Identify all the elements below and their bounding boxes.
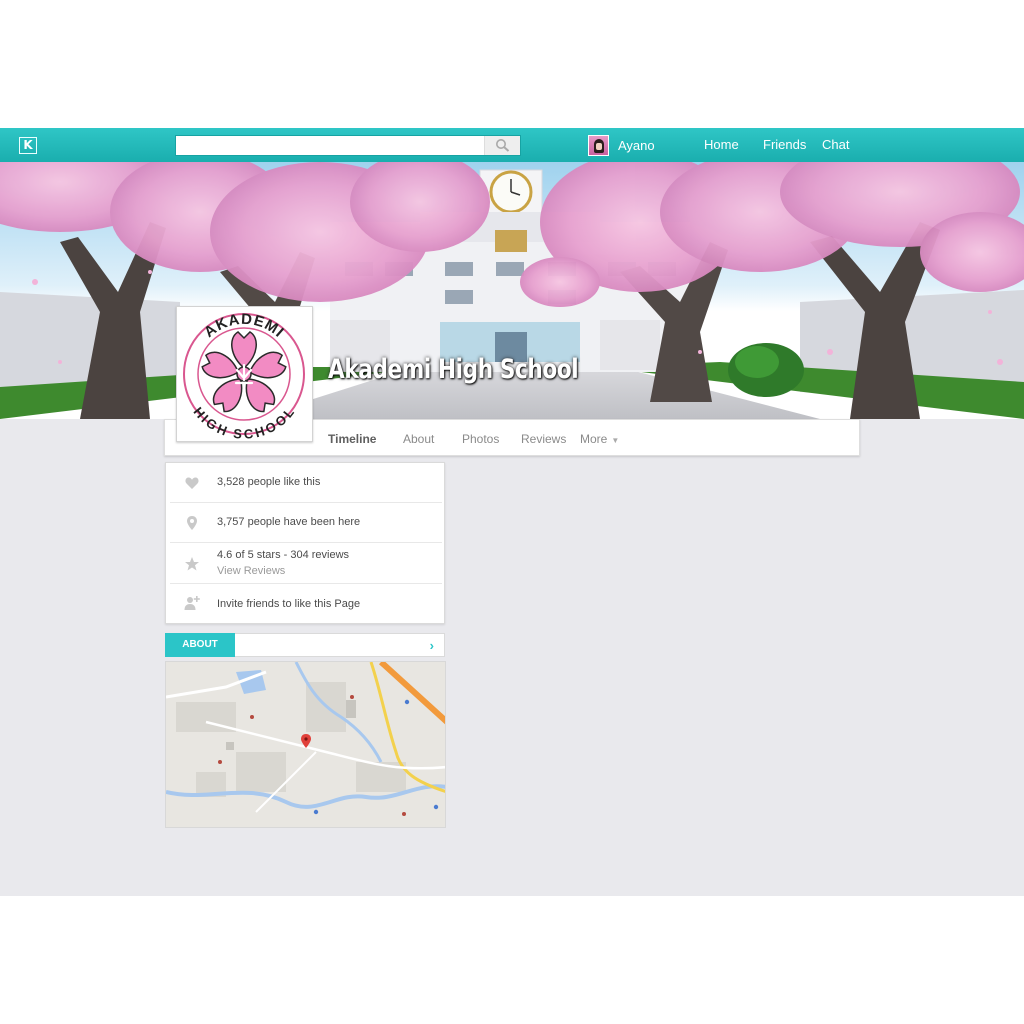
caret-down-icon: ▼ bbox=[611, 436, 620, 445]
likes-row[interactable]: 3,528 people like this bbox=[170, 463, 442, 503]
search-box bbox=[175, 135, 521, 156]
profile-picture[interactable]: AKADEMI HIGH SCHOOL bbox=[176, 306, 313, 442]
visits-count-text: 3,757 people have been here bbox=[217, 516, 361, 528]
heart-icon bbox=[185, 477, 199, 489]
tab-timeline[interactable]: Timeline bbox=[328, 432, 376, 446]
app-window: K Ayano Home Friends Chat Akademi High S… bbox=[0, 128, 1024, 896]
about-label: ABOUT bbox=[165, 633, 235, 657]
cover-photo[interactable]: Akademi High School bbox=[0, 162, 1024, 419]
location-map[interactable] bbox=[165, 661, 446, 828]
page-info-card: 3,528 people like this 3,757 people have… bbox=[165, 462, 445, 624]
likes-count-text: 3,528 people like this bbox=[217, 476, 321, 488]
rating-row[interactable]: 4.6 of 5 stars - 304 reviews View Review… bbox=[170, 543, 442, 584]
nav-friends-link[interactable]: Friends bbox=[763, 137, 806, 152]
site-logo[interactable]: K bbox=[19, 137, 37, 154]
view-reviews-link[interactable]: View Reviews bbox=[217, 565, 285, 577]
rating-text: 4.6 of 5 stars - 304 reviews bbox=[217, 549, 350, 561]
tab-more-label: More bbox=[580, 432, 608, 446]
search-icon bbox=[496, 139, 510, 152]
tab-photos[interactable]: Photos bbox=[462, 432, 499, 446]
invite-friends-text: Invite friends to like this Page bbox=[217, 598, 361, 610]
search-button[interactable] bbox=[484, 136, 520, 155]
nav-home-link[interactable]: Home bbox=[704, 137, 739, 152]
avatar bbox=[588, 134, 609, 156]
star-icon bbox=[185, 557, 199, 571]
user-profile-link[interactable]: Ayano bbox=[588, 134, 655, 156]
user-name: Ayano bbox=[618, 137, 655, 153]
search-input[interactable] bbox=[176, 136, 484, 155]
add-friend-icon bbox=[184, 596, 200, 610]
nav-chat-link[interactable]: Chat bbox=[822, 137, 849, 152]
chevron-right-icon[interactable]: › bbox=[430, 638, 434, 653]
about-section-header[interactable]: ABOUT › bbox=[165, 633, 445, 657]
top-navigation-bar: K Ayano Home Friends Chat bbox=[0, 128, 1024, 162]
tab-about[interactable]: About bbox=[403, 432, 434, 446]
page-title: Akademi High School bbox=[328, 354, 579, 385]
map-pin-icon bbox=[187, 516, 197, 530]
visits-row[interactable]: 3,757 people have been here bbox=[170, 503, 442, 543]
tab-reviews[interactable]: Reviews bbox=[521, 432, 566, 446]
tab-more[interactable]: More ▼ bbox=[580, 432, 619, 446]
invite-row[interactable]: Invite friends to like this Page bbox=[170, 584, 442, 624]
school-logo: AKADEMI HIGH SCHOOL bbox=[183, 311, 305, 442]
map-graphic bbox=[166, 662, 445, 827]
